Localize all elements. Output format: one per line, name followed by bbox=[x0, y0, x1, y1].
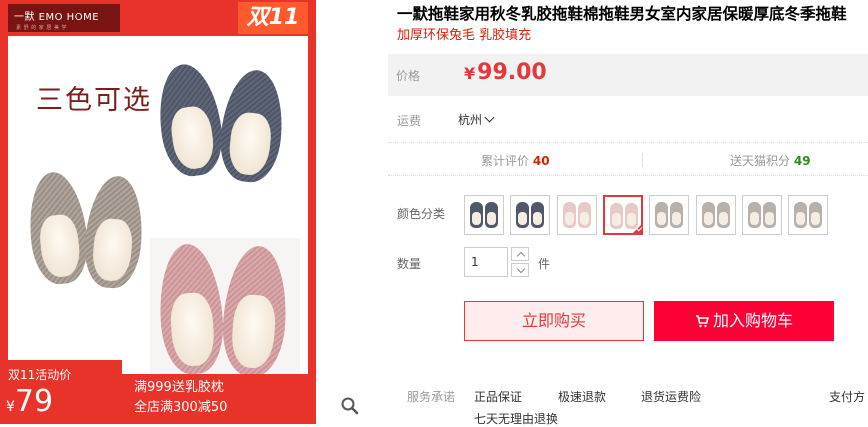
quantity-decrease-button[interactable] bbox=[511, 263, 529, 277]
color-swatch-gray[interactable] bbox=[742, 195, 782, 235]
color-swatch-gray[interactable] bbox=[788, 195, 828, 235]
price-label: 价格 bbox=[396, 69, 421, 83]
review-count[interactable]: 累计评价 40 bbox=[481, 152, 550, 169]
quantity-input[interactable]: 1 bbox=[464, 247, 508, 277]
swatch-thumbnail bbox=[655, 202, 683, 228]
service-fast-refund[interactable]: 极速退款 bbox=[558, 388, 606, 405]
buy-now-button[interactable]: 立即购买 bbox=[464, 301, 644, 341]
service-seven-day-return[interactable]: 七天无理由退换 bbox=[474, 410, 558, 427]
promo-line-1: 满999送乳胶枕 bbox=[134, 380, 224, 395]
swatch-thumbnail bbox=[470, 202, 498, 228]
price-row: 价格 ¥99.00 bbox=[388, 54, 868, 96]
swatch-thumbnail bbox=[702, 202, 730, 228]
promo-tag-title: 双11活动价 bbox=[8, 368, 72, 382]
promo-banner: 满999送乳胶枕 全店满300减50 bbox=[122, 374, 316, 424]
swatch-thumbnail bbox=[794, 202, 822, 228]
service-label: 服务承诺 bbox=[407, 390, 456, 404]
add-to-cart-label: 加入购物车 bbox=[712, 311, 793, 330]
quantity-label: 数量 bbox=[397, 257, 422, 271]
quantity-increase-button[interactable] bbox=[511, 247, 529, 261]
color-swatch-pink[interactable] bbox=[603, 195, 643, 235]
shipping-location-dropdown[interactable]: 杭州 bbox=[458, 111, 495, 128]
swatch-thumbnail bbox=[516, 202, 544, 228]
zoom-icon[interactable] bbox=[340, 396, 360, 416]
product-subtitle: 加厚环保兔毛 乳胶填充 bbox=[397, 28, 532, 43]
color-swatch-pink[interactable] bbox=[557, 195, 597, 235]
swatch-thumbnail bbox=[563, 202, 591, 228]
stats-row: 累计评价 40 送天猫积分 49 bbox=[388, 142, 868, 176]
product-main-image[interactable]: 一默 EMO HOME 素 舒 的 家 居 美 学 双11 三色可选 双11活动… bbox=[0, 0, 316, 424]
color-swatch-gray[interactable] bbox=[649, 195, 689, 235]
promo-tag-price: ¥79 bbox=[6, 384, 54, 419]
service-genuine[interactable]: 正品保证 bbox=[474, 388, 522, 405]
three-colors-text: 三色可选 bbox=[36, 85, 152, 116]
shipping-label: 运费 bbox=[397, 114, 422, 128]
color-swatch-navy[interactable] bbox=[510, 195, 550, 235]
color-swatch-navy[interactable] bbox=[464, 195, 504, 235]
double-eleven-badge: 双11 bbox=[238, 2, 308, 34]
product-title: 一默拖鞋家用秋冬乳胶拖鞋棉拖鞋男女室内家居保暖厚底冬季拖鞋 bbox=[397, 5, 847, 23]
color-swatch-gray[interactable] bbox=[696, 195, 736, 235]
color-category-label: 颜色分类 bbox=[397, 207, 446, 221]
promo-price-tag: 双11活动价 ¥79 bbox=[0, 360, 122, 424]
tmall-points: 送天猫积分 49 bbox=[730, 154, 811, 168]
service-return-insurance[interactable]: 退货运费险 bbox=[641, 388, 701, 405]
quantity-unit: 件 bbox=[538, 257, 551, 271]
promo-line-2: 全店满300减50 bbox=[134, 400, 228, 415]
chevron-down-icon bbox=[484, 112, 495, 123]
brand-name: 一默 EMO HOME bbox=[14, 12, 100, 23]
payment-label: 支付方 bbox=[829, 390, 866, 404]
swatch-thumbnail bbox=[748, 202, 776, 228]
brand-logo: 一默 EMO HOME 素 舒 的 家 居 美 学 bbox=[8, 4, 120, 32]
cart-icon bbox=[695, 314, 709, 327]
price-value: ¥99.00 bbox=[464, 60, 547, 85]
brand-slogan: 素 舒 的 家 居 美 学 bbox=[16, 25, 68, 31]
add-to-cart-button[interactable]: 加入购物车 bbox=[654, 301, 834, 341]
stats-divider bbox=[642, 153, 643, 167]
selected-check-icon bbox=[631, 223, 643, 235]
